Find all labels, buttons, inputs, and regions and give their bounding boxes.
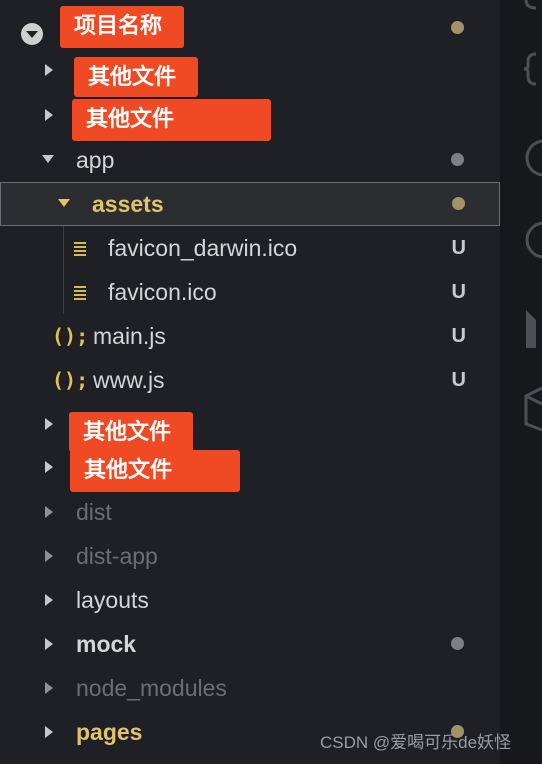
folder-label-mock: mock [76, 631, 137, 657]
other-file-tag: 其他文件 [72, 99, 271, 141]
folder-row-node-modules[interactable]: node_modules [0, 666, 500, 710]
folder-row-other-4[interactable]: 其他文件 [0, 450, 500, 494]
chevron-right-icon [45, 594, 53, 606]
modified-dot-icon [451, 153, 464, 166]
file-label: favicon.ico [108, 279, 217, 305]
file-label: main.js [93, 323, 166, 349]
collapse-circle-icon[interactable] [21, 23, 43, 45]
editor-gutter [500, 0, 542, 764]
git-status-untracked: U [451, 281, 466, 303]
file-label: www.js [93, 367, 165, 393]
history-circle-icon [525, 221, 542, 259]
folder-label-assets: assets [92, 191, 164, 217]
file-row-main-js[interactable]: (); main.js U [0, 314, 500, 358]
git-status-untracked: U [451, 325, 466, 347]
js-file-icon: (); [52, 368, 89, 392]
folder-row-dist-app[interactable]: dist-app [0, 534, 500, 578]
folder-row-dist[interactable]: dist [0, 490, 500, 534]
chevron-right-icon [45, 64, 53, 76]
folder-label-pages: pages [76, 719, 143, 745]
git-status-untracked: U [451, 369, 466, 391]
file-lines-icon [74, 286, 86, 300]
chevron-down-icon [42, 155, 54, 163]
folder-row-other-1[interactable]: 其他文件 [0, 54, 500, 98]
file-explorer: 项目名称 其他文件 其他文件 app assets favicon_darwin… [0, 0, 500, 764]
file-lines-icon [74, 242, 86, 256]
folder-label-dist: dist [76, 499, 112, 525]
folder-row-layouts[interactable]: layouts [0, 578, 500, 622]
modified-dot-icon [452, 197, 465, 210]
folder-label-app: app [76, 147, 115, 173]
root-folder-tag: 项目名称 [60, 6, 184, 48]
folder-row-assets[interactable]: assets [0, 182, 500, 226]
chevron-right-icon [45, 506, 53, 518]
info-circle-icon [525, 139, 542, 177]
git-status-untracked: U [451, 237, 466, 259]
folder-row-other-3[interactable]: 其他文件 [0, 410, 500, 454]
folder-row-other-2[interactable]: 其他文件 [0, 98, 500, 142]
file-row-www-js[interactable]: (); www.js U [0, 358, 500, 402]
package-icon [524, 386, 542, 432]
folder-label-dist-app: dist-app [76, 543, 158, 569]
watermark: CSDN @爱喝可乐de妖怪 [320, 733, 512, 752]
folder-label-node-modules: node_modules [76, 675, 227, 701]
chevron-down-icon [58, 199, 70, 207]
folder-row-mock[interactable]: mock [0, 622, 500, 666]
chevron-right-icon [45, 418, 53, 430]
folder-label-layouts: layouts [76, 587, 149, 613]
chevron-right-icon [45, 550, 53, 562]
bug-icon [526, 310, 536, 348]
file-row-favicon-darwin[interactable]: favicon_darwin.ico U [0, 226, 500, 270]
js-file-icon: (); [52, 324, 89, 348]
panel-edge-icon [524, 0, 537, 10]
other-file-tag: 其他文件 [69, 412, 193, 452]
braces-icon [523, 52, 537, 86]
modified-dot-icon [451, 637, 464, 650]
chevron-right-icon [45, 726, 53, 738]
modified-dot-icon [451, 21, 464, 34]
chevron-right-icon [45, 109, 53, 121]
file-label: favicon_darwin.ico [108, 235, 298, 261]
chevron-right-icon [45, 638, 53, 650]
chevron-right-icon [45, 682, 53, 694]
chevron-right-icon [45, 461, 53, 473]
other-file-tag: 其他文件 [70, 450, 240, 492]
folder-row-app[interactable]: app [0, 138, 500, 182]
file-row-favicon[interactable]: favicon.ico U [0, 270, 500, 314]
root-folder-row[interactable]: 项目名称 [0, 6, 500, 50]
other-file-tag: 其他文件 [74, 57, 198, 97]
